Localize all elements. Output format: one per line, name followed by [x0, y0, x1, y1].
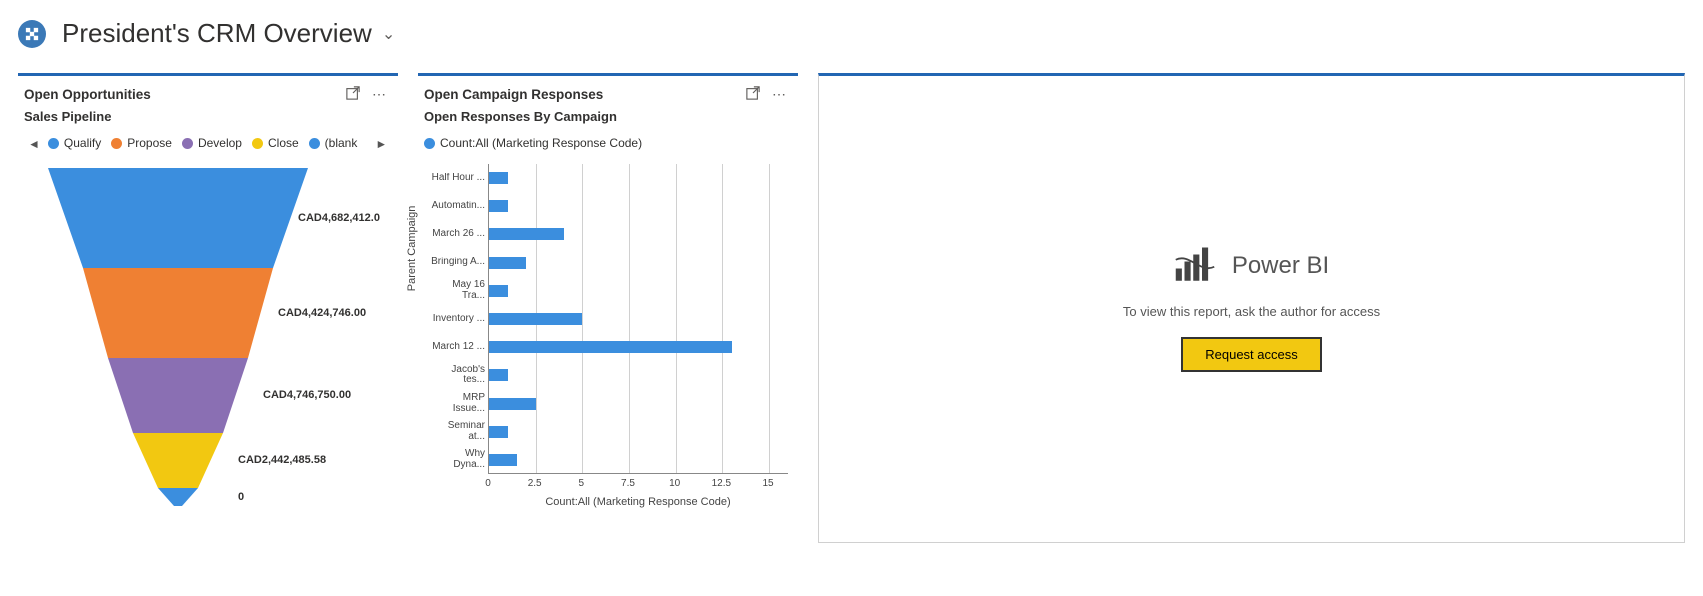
- expand-icon[interactable]: [740, 86, 766, 103]
- bar-category-label: Why Dyna...: [431, 449, 489, 470]
- bar: [489, 341, 732, 353]
- legend-swatch: [309, 138, 320, 149]
- bar-legend: Count:All (Marketing Response Code): [418, 132, 798, 160]
- funnel-segment[interactable]: CAD4,682,412.0: [48, 168, 392, 268]
- bar: [489, 257, 526, 269]
- legend-next-icon[interactable]: ►: [371, 137, 391, 151]
- bar-chart: Parent Campaign Half Hour ...Automatin..…: [418, 160, 798, 508]
- page-header: President's CRM Overview ⌄: [0, 0, 1703, 73]
- bar: [489, 172, 508, 184]
- funnel-value-label: 0: [238, 491, 244, 503]
- expand-icon[interactable]: [340, 86, 366, 103]
- more-icon[interactable]: ⋯: [366, 86, 392, 103]
- bar-row[interactable]: Why Dyna...: [489, 451, 769, 469]
- legend-prev-icon[interactable]: ◄: [24, 137, 44, 151]
- bar-row[interactable]: Half Hour ...: [489, 169, 769, 187]
- x-tick-label: 15: [762, 478, 773, 489]
- x-axis-ticks: 0 2.5 5 7.5 10 12.5 15: [488, 478, 788, 494]
- bar-row[interactable]: Inventory ...: [489, 310, 769, 328]
- x-tick-label: 10: [669, 478, 680, 489]
- funnel-value-label: CAD2,442,485.58: [238, 454, 326, 466]
- legend-label: Propose: [127, 136, 172, 150]
- bar-row[interactable]: Jacob's tes...: [489, 366, 769, 384]
- panel-open-campaign-responses: Open Campaign Responses ⋯ Open Responses…: [418, 73, 798, 543]
- panel-open-opportunities: Open Opportunities ⋯ Sales Pipeline ◄ Qu…: [18, 73, 398, 543]
- bar-category-label: March 26 ...: [431, 229, 489, 240]
- bar-category-label: Half Hour ...: [431, 173, 489, 184]
- bar-category-label: MRP Issue...: [431, 393, 489, 414]
- funnel-segment[interactable]: CAD4,746,750.00: [48, 358, 392, 433]
- legend-item[interactable]: Develop: [182, 136, 242, 150]
- bar: [489, 285, 508, 297]
- legend-label: Qualify: [64, 136, 101, 150]
- request-access-button[interactable]: Request access: [1181, 337, 1322, 372]
- bar-category-label: Inventory ...: [431, 314, 489, 325]
- legend-item[interactable]: Qualify: [48, 136, 101, 150]
- legend-label: Close: [268, 136, 299, 150]
- legend-label: (blank: [325, 136, 358, 150]
- bar-category-label: Bringing A...: [431, 257, 489, 268]
- legend-swatch: [111, 138, 122, 149]
- panel-subtitle: Open Responses By Campaign: [418, 107, 798, 132]
- bar-row[interactable]: March 12 ...: [489, 338, 769, 356]
- power-bi-message: To view this report, ask the author for …: [1123, 304, 1380, 319]
- panel-title: Open Opportunities: [24, 87, 340, 102]
- more-icon[interactable]: ⋯: [766, 86, 792, 103]
- panel-subtitle: Sales Pipeline: [18, 107, 398, 132]
- bar: [489, 313, 582, 325]
- x-tick-label: 0: [485, 478, 491, 489]
- x-tick-label: 12.5: [712, 478, 731, 489]
- panel-power-bi: Power BI To view this report, ask the au…: [818, 73, 1685, 543]
- x-tick-label: 5: [579, 478, 585, 489]
- x-tick-label: 7.5: [621, 478, 635, 489]
- funnel-legend: ◄ Qualify Propose Develop Close (blank ►: [18, 132, 398, 162]
- funnel-segment[interactable]: CAD4,424,746.00: [48, 268, 392, 358]
- bar-category-label: Automatin...: [431, 201, 489, 212]
- bar-row[interactable]: May 16 Tra...: [489, 282, 769, 300]
- bar-category-label: March 12 ...: [431, 342, 489, 353]
- bar: [489, 200, 508, 212]
- dashboard-panels: Open Opportunities ⋯ Sales Pipeline ◄ Qu…: [0, 73, 1703, 543]
- bar-row[interactable]: Seminar at...: [489, 423, 769, 441]
- bar: [489, 228, 564, 240]
- legend-swatch: [182, 138, 193, 149]
- panel-title: Open Campaign Responses: [424, 87, 740, 102]
- legend-swatch: [252, 138, 263, 149]
- bar-row[interactable]: March 26 ...: [489, 225, 769, 243]
- bar-row[interactable]: Automatin...: [489, 197, 769, 215]
- y-axis-label: Parent Campaign: [406, 206, 418, 292]
- bar: [489, 426, 508, 438]
- funnel-value-label: CAD4,746,750.00: [263, 389, 351, 401]
- x-axis-label: Count:All (Marketing Response Code): [488, 494, 788, 508]
- bar: [489, 369, 508, 381]
- bar-category-label: Jacob's tes...: [431, 365, 489, 386]
- bar: [489, 398, 536, 410]
- bar-category-label: May 16 Tra...: [431, 280, 489, 301]
- funnel-segment[interactable]: CAD2,442,485.58: [48, 433, 392, 488]
- dashboard-icon: [18, 20, 46, 48]
- legend-label: Count:All (Marketing Response Code): [440, 136, 642, 150]
- legend-swatch: [48, 138, 59, 149]
- legend-label: Develop: [198, 136, 242, 150]
- legend-item[interactable]: Propose: [111, 136, 172, 150]
- power-bi-icon: [1174, 247, 1216, 286]
- bar-row[interactable]: MRP Issue...: [489, 395, 769, 413]
- power-bi-brand: Power BI: [1232, 252, 1329, 280]
- funnel-chart: CAD4,682,412.0 CAD4,424,746.00 CAD4,746,75…: [18, 162, 398, 506]
- funnel-value-label: CAD4,682,412.0: [298, 212, 380, 224]
- bar-category-label: Seminar at...: [431, 421, 489, 442]
- bar: [489, 454, 517, 466]
- page-title: President's CRM Overview: [62, 18, 372, 49]
- bar-row[interactable]: Bringing A...: [489, 254, 769, 272]
- legend-item[interactable]: Close: [252, 136, 299, 150]
- chevron-down-icon[interactable]: ⌄: [382, 24, 395, 44]
- legend-item[interactable]: (blank: [309, 136, 358, 150]
- funnel-value-label: CAD4,424,746.00: [278, 307, 366, 319]
- funnel-segment[interactable]: 0: [48, 488, 392, 506]
- x-tick-label: 2.5: [528, 478, 542, 489]
- legend-swatch: [424, 138, 435, 149]
